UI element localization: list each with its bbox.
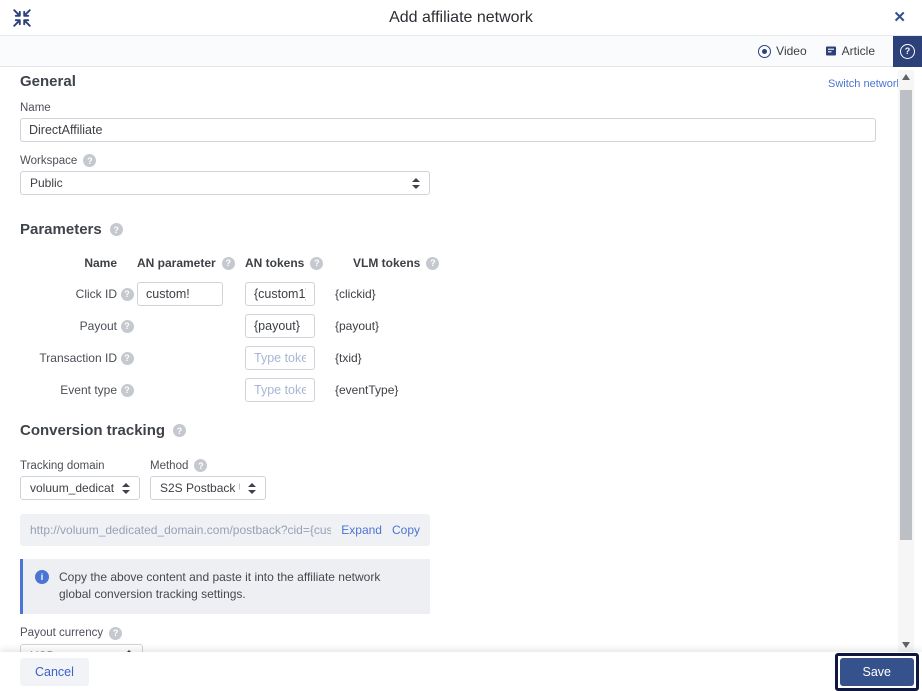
expand-link[interactable]: Expand xyxy=(341,523,382,537)
name-label: Name xyxy=(20,102,51,114)
vlm-tokens-question-icon[interactable]: ? xyxy=(426,256,440,270)
help-icon: ? xyxy=(900,43,915,59)
method-select[interactable]: S2S Postback U... xyxy=(150,476,266,500)
postback-url-box: http://voluum_dedicated_domain.com/postb… xyxy=(20,514,430,546)
select-spinner-icon xyxy=(248,482,256,494)
section-conversion-heading: Conversion tracking xyxy=(20,422,166,439)
page-title: Add affiliate network xyxy=(389,8,533,26)
col-an-tokens: AN tokens xyxy=(245,256,305,270)
scrollbar[interactable] xyxy=(898,70,914,652)
info-icon: i xyxy=(35,570,49,584)
video-link[interactable]: Video xyxy=(758,44,807,58)
add-affiliate-network-modal: Add affiliate network ✕ Video Article ? … xyxy=(0,0,922,691)
modal-header: Add affiliate network ✕ xyxy=(0,0,922,36)
payout-question-icon[interactable]: ? xyxy=(120,319,134,333)
table-row-click-id: Click ID ? {clickid} xyxy=(20,278,902,310)
transaction-id-question-icon[interactable]: ? xyxy=(120,351,134,365)
conversion-question-icon[interactable]: ? xyxy=(173,424,187,437)
video-icon xyxy=(758,44,772,58)
payout-currency-label: Payout currency xyxy=(20,627,104,640)
col-name: Name xyxy=(84,256,117,270)
event-type-vlm-token: {eventType} xyxy=(335,383,399,397)
table-row-transaction-id: Transaction ID ? {txid} xyxy=(20,342,902,374)
method-label: Method xyxy=(150,459,189,472)
postback-url: http://voluum_dedicated_domain.com/postb… xyxy=(30,523,332,537)
triangle-down-icon xyxy=(902,642,910,648)
name-input[interactable] xyxy=(20,118,876,142)
select-spinner-icon xyxy=(412,177,420,189)
click-id-question-icon[interactable]: ? xyxy=(120,287,134,301)
article-link[interactable]: Article xyxy=(825,44,875,58)
an-parameter-question-icon[interactable]: ? xyxy=(221,256,235,270)
scrollbar-up-arrow[interactable] xyxy=(898,70,914,84)
table-row-event-type: Event type ? {eventType} xyxy=(20,374,902,406)
workspace-label: Workspace xyxy=(20,154,78,167)
switch-network-link[interactable]: Switch network xyxy=(828,78,902,90)
cancel-button[interactable]: Cancel xyxy=(20,657,89,686)
help-button[interactable]: ? xyxy=(893,35,922,67)
click-id-an-token-input[interactable] xyxy=(245,282,315,306)
section-parameters-heading: Parameters xyxy=(20,221,102,238)
payout-currency-question-icon[interactable]: ? xyxy=(109,626,123,640)
section-general-heading: General xyxy=(20,73,76,90)
info-banner: i Copy the above content and paste it in… xyxy=(20,559,430,614)
tracking-domain-select[interactable]: voluum_dedicat... xyxy=(20,476,140,500)
help-toolbar: Video Article ? xyxy=(0,35,922,67)
event-type-question-icon[interactable]: ? xyxy=(120,383,134,397)
click-id-vlm-token: {clickid} xyxy=(335,287,376,301)
col-an-parameter: AN parameter xyxy=(137,256,216,270)
table-row-payout: Payout ? {payout} xyxy=(20,310,902,342)
an-tokens-question-icon[interactable]: ? xyxy=(310,256,324,270)
parameters-header-row: Name AN parameter ? AN tokens ? VLM toke… xyxy=(20,252,902,274)
parameters-table: Name AN parameter ? AN tokens ? VLM toke… xyxy=(20,252,902,406)
save-button[interactable]: Save xyxy=(839,657,914,686)
scrollbar-thumb[interactable] xyxy=(900,90,912,540)
event-type-an-token-input[interactable] xyxy=(245,378,315,402)
copy-link[interactable]: Copy xyxy=(392,523,420,537)
scrollbar-down-arrow[interactable] xyxy=(898,638,914,652)
parameters-question-icon[interactable]: ? xyxy=(109,223,123,236)
modal-footer: Cancel Save xyxy=(0,652,922,691)
col-vlm-tokens: VLM tokens xyxy=(353,256,421,270)
triangle-up-icon xyxy=(902,74,910,80)
collapse-icon[interactable] xyxy=(12,8,32,28)
method-question-icon[interactable]: ? xyxy=(194,459,208,472)
info-text: Copy the above content and paste it into… xyxy=(59,570,381,602)
workspace-question-icon[interactable]: ? xyxy=(83,154,97,167)
select-spinner-icon xyxy=(122,482,130,494)
payout-vlm-token: {payout} xyxy=(335,319,380,333)
close-icon[interactable]: ✕ xyxy=(889,8,910,27)
modal-body: General Switch network Name Workspace ? … xyxy=(0,73,922,668)
workspace-select[interactable]: Public xyxy=(20,171,430,195)
transaction-id-vlm-token: {txid} xyxy=(335,351,362,365)
click-id-an-parameter-input[interactable] xyxy=(137,282,223,306)
tracking-domain-label: Tracking domain xyxy=(20,459,105,472)
save-button-highlight-ring: Save xyxy=(834,652,919,691)
article-icon xyxy=(825,46,836,56)
payout-an-token-input[interactable] xyxy=(245,314,315,338)
transaction-id-an-token-input[interactable] xyxy=(245,346,315,370)
